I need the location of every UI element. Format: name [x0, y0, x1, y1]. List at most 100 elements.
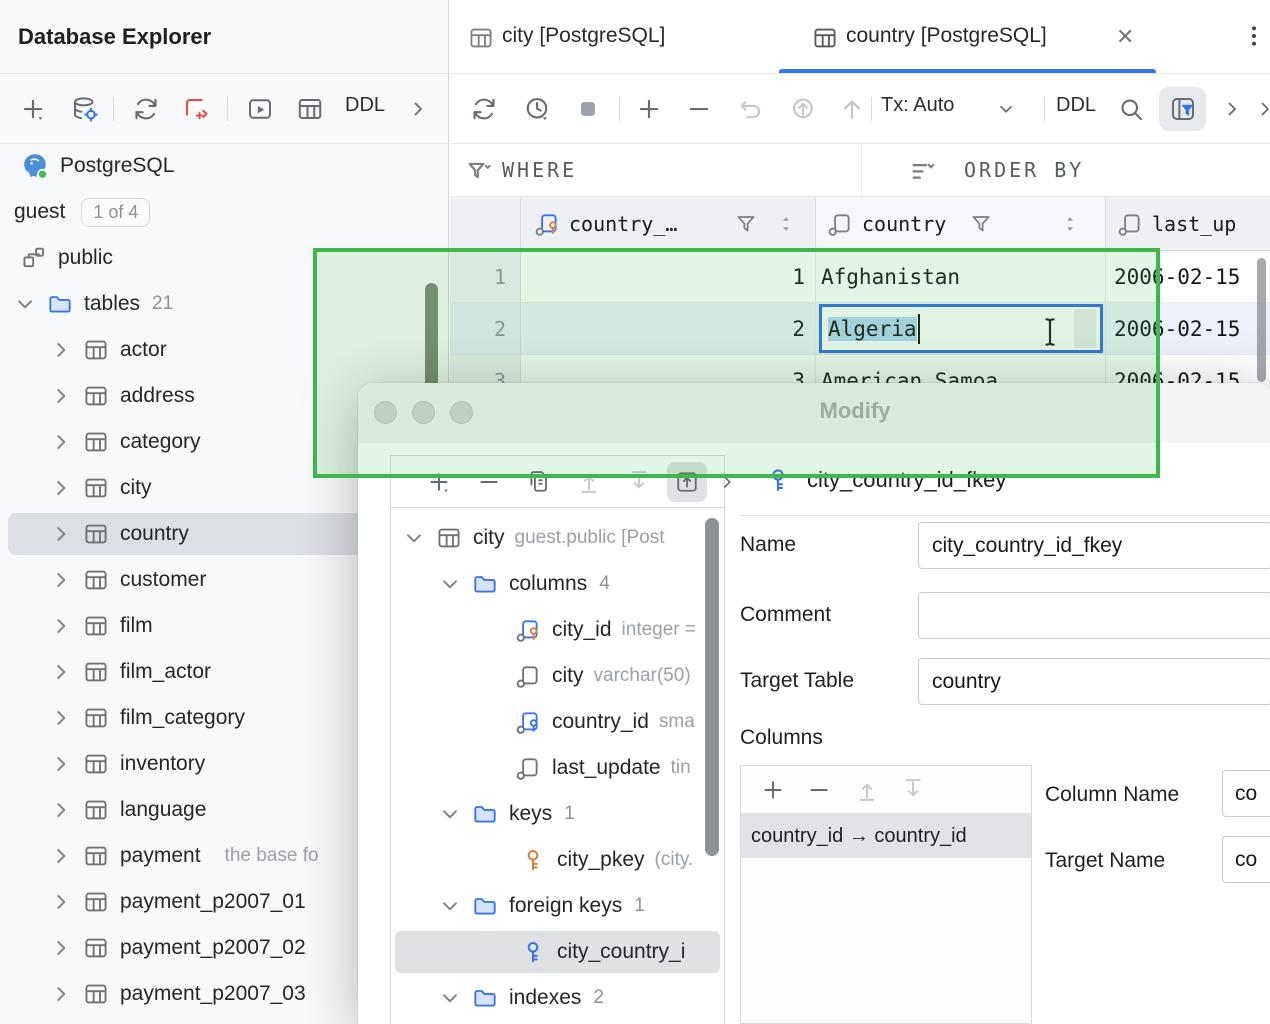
delete-row-button[interactable] [679, 89, 719, 129]
sort-icon[interactable] [775, 213, 797, 235]
chevron-down-icon[interactable] [437, 801, 463, 827]
toolbar-more-chevron[interactable] [398, 89, 438, 129]
column-name-input[interactable]: co [1222, 770, 1270, 817]
sidebar-item-guest[interactable]: guest1 of 4 [0, 189, 448, 235]
tab-options-kebab-icon[interactable] [1240, 22, 1268, 50]
chevron-right-icon[interactable] [48, 383, 74, 409]
funnel-icon[interactable] [968, 211, 994, 237]
revert-button[interactable] [731, 89, 771, 129]
chevron-right-icon[interactable] [48, 797, 74, 823]
tab-city[interactable]: city [PostgreSQL] [502, 24, 665, 48]
funnel-icon[interactable] [733, 211, 759, 237]
chevron-right-icon[interactable] [48, 521, 74, 547]
column-header-country-id[interactable]: country_… [521, 197, 816, 250]
target-name-input[interactable]: co [1222, 836, 1270, 883]
ddl-button[interactable]: DDL [345, 94, 385, 117]
dialog-tree-item-indexes[interactable]: indexes2 [391, 975, 724, 1021]
move-mapping-up-button[interactable] [847, 770, 887, 810]
dialog-tree-item-country-id[interactable]: country_idsma [391, 699, 724, 745]
chevron-right-icon[interactable] [48, 889, 74, 915]
more-chevron[interactable] [1245, 89, 1270, 129]
order-by-input[interactable]: ORDER BY [964, 158, 1084, 182]
add-row-button[interactable] [629, 89, 669, 129]
dialog-tree-item-city[interactable]: cityguest.public [Post [391, 515, 724, 561]
column-header-country[interactable]: country [816, 197, 1106, 250]
target-table-input[interactable]: country [918, 658, 1270, 705]
cell-country-id[interactable]: 1 [521, 251, 816, 303]
chevron-right-icon[interactable] [48, 337, 74, 363]
sort-icon[interactable] [1059, 213, 1081, 235]
chevron-right-icon[interactable] [48, 613, 74, 639]
pane-more-chevron[interactable] [707, 462, 747, 502]
dialog-tree-scrollbar[interactable] [705, 518, 719, 856]
add-column-button[interactable] [753, 770, 793, 810]
chevron-right-icon[interactable] [48, 659, 74, 685]
disconnect-button[interactable] [176, 89, 216, 129]
cell-last-update[interactable]: 2006-02-15 [1106, 303, 1270, 355]
move-mapping-down-button[interactable] [893, 770, 933, 810]
reload-data-button[interactable] [464, 89, 504, 129]
close-tab-icon[interactable]: ✕ [1116, 24, 1134, 50]
cell-country[interactable]: Algeria [816, 303, 1106, 355]
row-number[interactable]: 2 [450, 303, 521, 355]
add-datasource-button[interactable] [13, 89, 53, 129]
sidebar-item-tables[interactable]: tables21 [0, 281, 448, 327]
submit-button[interactable] [832, 89, 872, 129]
remove-column-button[interactable] [799, 770, 839, 810]
add-button[interactable] [419, 462, 459, 502]
dialog-tree-item-city[interactable]: cityvarchar(50) [391, 653, 724, 699]
submit-reload-button[interactable] [783, 89, 823, 129]
row-number[interactable]: 1 [450, 251, 521, 303]
chevron-down-icon[interactable] [12, 291, 38, 317]
sidebar-item-actor[interactable]: actor [0, 327, 448, 373]
chevron-down-icon[interactable] [437, 985, 463, 1011]
chevron-right-icon[interactable] [48, 843, 74, 869]
name-input[interactable]: city_country_id_fkey [918, 522, 1270, 569]
chevron-down-icon[interactable] [437, 571, 463, 597]
comment-input[interactable] [918, 592, 1270, 639]
column-mapping-row[interactable]: country_id → country_id [741, 814, 1031, 858]
chevron-right-icon[interactable] [48, 981, 74, 1007]
chevron-right-icon[interactable] [48, 475, 74, 501]
dialog-tree-item-foreign-keys[interactable]: foreign keys1 [391, 883, 724, 929]
table-view-button[interactable] [290, 89, 330, 129]
refresh-button[interactable] [126, 89, 166, 129]
chevron-right-icon[interactable] [48, 705, 74, 731]
tx-mode-button[interactable]: Tx: Auto [881, 94, 954, 117]
sidebar-item-public[interactable]: public [0, 235, 448, 281]
remove-button[interactable] [469, 462, 509, 502]
move-up-button[interactable] [569, 462, 609, 502]
dialog-tree-item-city-pkey[interactable]: city_pkey(city. [391, 837, 724, 883]
dialog-tree-item-city-country-i[interactable]: city_country_i [391, 929, 724, 975]
filter-panel-button[interactable] [1159, 87, 1206, 131]
chevron-right-icon[interactable] [48, 751, 74, 777]
chevron-right-icon[interactable] [48, 429, 74, 455]
dialog-tree-item-columns[interactable]: columns4 [391, 561, 724, 607]
search-button[interactable] [1111, 89, 1151, 129]
chevron-right-icon[interactable] [48, 935, 74, 961]
dialog-tree-item-last-update[interactable]: last_updatetin [391, 745, 724, 791]
tab-country[interactable]: country [PostgreSQL] [846, 24, 1047, 48]
table-row[interactable]: 11Afghanistan2006-02-15 [450, 251, 1270, 303]
cell-country-id[interactable]: 2 [521, 303, 816, 355]
where-clause-input[interactable]: WHERE [502, 158, 577, 182]
cell-last-update[interactable]: 2006-02-15 [1106, 251, 1270, 303]
ddl-button[interactable]: DDL [1056, 94, 1096, 117]
navigate-to-parent-button[interactable] [667, 462, 707, 502]
move-down-button[interactable] [619, 462, 659, 502]
stop-button[interactable] [568, 89, 608, 129]
query-history-button[interactable] [517, 89, 557, 129]
dialog-tree-item-keys[interactable]: keys1 [391, 791, 724, 837]
sidebar-item-postgresql[interactable]: PostgreSQL [0, 143, 448, 189]
dialog-titlebar[interactable]: Modify [358, 383, 1270, 443]
datasource-properties-button[interactable] [65, 89, 105, 129]
table-row[interactable]: 22Algeria2006-02-15 [450, 303, 1270, 355]
cell-country[interactable]: Afghanistan [816, 251, 1106, 303]
cell-editor[interactable]: Algeria [819, 304, 1103, 353]
open-console-button[interactable] [240, 89, 280, 129]
grid-scrollbar[interactable] [1257, 258, 1266, 382]
duplicate-button[interactable] [519, 462, 559, 502]
chevron-down-icon[interactable] [437, 893, 463, 919]
chevron-down-icon[interactable] [401, 525, 427, 551]
chevron-right-icon[interactable] [48, 567, 74, 593]
